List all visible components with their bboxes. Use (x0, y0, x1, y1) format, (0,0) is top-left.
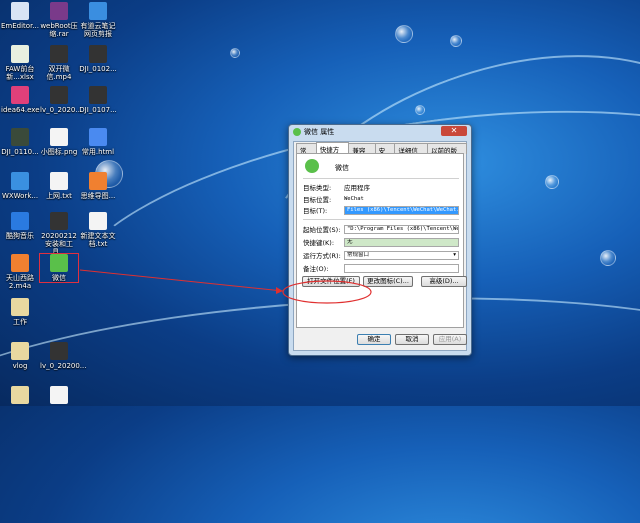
label: 运行方式(R): (303, 252, 341, 260)
advanced-button[interactable]: 高级(D)... (421, 276, 467, 287)
open-file-location-button[interactable]: 打开文件位置(F) (302, 276, 360, 287)
wechat-icon (293, 128, 301, 136)
apply-button[interactable]: 应用(A) (433, 334, 467, 345)
annotation-arrowhead (276, 287, 283, 294)
target-type: 应用程序 (344, 184, 370, 192)
change-icon-button[interactable]: 更改图标(C)... (363, 276, 413, 287)
close-button[interactable]: ✕ (441, 126, 467, 136)
run-value: 常规窗口 (347, 251, 370, 258)
properties-dialog: 微信 属性 ✕ 常规 快捷方式 兼容性 安全 详细信息 以前的版本 微信 目标类… (288, 124, 472, 356)
label: 起始位置(S): (303, 226, 341, 234)
run-select[interactable]: 常规窗口 ▾ (344, 250, 459, 260)
comment-input[interactable] (344, 263, 459, 273)
wechat-icon (305, 159, 319, 173)
hotkey-input[interactable]: 无 (344, 237, 459, 247)
target-location: WeChat (344, 196, 364, 202)
app-name: 微信 (335, 164, 349, 172)
target-input[interactable]: Files (x86)\Tencent\WeChat\WeChat.exe (344, 205, 459, 215)
dialog-title: 微信 属性 (304, 128, 335, 136)
start-in-input[interactable]: "D:\Program Files (x86)\Tencent\WeChat" (344, 224, 459, 234)
label: 目标(T): (303, 207, 328, 215)
label: 目标位置: (303, 196, 332, 204)
cancel-button[interactable]: 取消 (395, 334, 429, 345)
annotation-arrow (79, 269, 284, 292)
label: 目标类型: (303, 184, 332, 192)
label: 备注(O): (303, 265, 329, 273)
chevron-down-icon: ▾ (453, 251, 456, 258)
label: 快捷键(K): (303, 239, 335, 247)
ok-button[interactable]: 确定 (357, 334, 391, 345)
